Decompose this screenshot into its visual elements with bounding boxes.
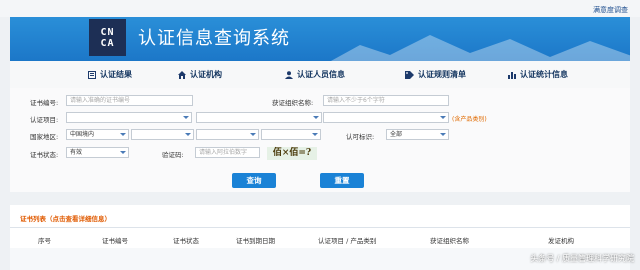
results-header: 证书列表（点击查看详细信息） xyxy=(20,215,111,223)
region-label: 国家地区: xyxy=(30,133,59,141)
cnca-logo: CN CA xyxy=(89,19,126,56)
district-select[interactable] xyxy=(261,129,321,140)
status-select[interactable]: 有效 xyxy=(66,147,129,158)
nav-label: 认证统计信息 xyxy=(520,70,568,79)
nav-label: 认证人员信息 xyxy=(297,70,345,79)
nav-item-results[interactable]: 认证结果 xyxy=(88,69,132,80)
mark-label: 认可标识: xyxy=(346,133,375,141)
nav-label: 认证机构 xyxy=(190,70,222,79)
chevron-down-icon xyxy=(183,116,189,119)
nav-label: 认证规则清单 xyxy=(418,70,466,79)
product-category-note: (含产品类别) xyxy=(452,116,487,123)
region-value: 中国境内 xyxy=(70,131,95,138)
chevron-down-icon xyxy=(312,133,318,136)
column-header-org: 获证组织名称 xyxy=(430,237,469,245)
site-title: 认证信息查询系统 xyxy=(138,28,290,49)
nav-item-agencies[interactable]: 认证机构 xyxy=(178,69,222,80)
captcha-input[interactable]: 请输入阿拉伯数字 xyxy=(195,147,260,158)
nav-item-rules[interactable]: 认证规则清单 xyxy=(405,69,466,80)
divider xyxy=(10,227,630,228)
header-banner: CN CA 认证信息查询系统 xyxy=(10,17,630,61)
column-header-status: 证书状态 xyxy=(173,237,199,245)
province-select[interactable] xyxy=(131,129,194,140)
nav-label: 认证结果 xyxy=(100,70,132,79)
mark-value: 全部 xyxy=(390,131,403,138)
chevron-down-icon xyxy=(440,116,446,119)
tag-icon xyxy=(405,70,414,79)
logo-text-line2: CA xyxy=(100,37,115,49)
main-nav: 认证结果 认证机构 认证人员信息 认证规则清单 认证统计信息 xyxy=(10,61,630,88)
region-select[interactable]: 中国境内 xyxy=(66,129,129,140)
mountain-decoration xyxy=(330,35,630,61)
column-header-expiry: 证书到期日期 xyxy=(236,237,275,245)
org-name-input[interactable]: 请输入不少于6个字符 xyxy=(323,95,449,106)
column-header-issuer: 发证机构 xyxy=(548,237,574,245)
list-icon xyxy=(88,70,96,79)
status-value: 有效 xyxy=(70,149,83,156)
captcha-label: 验证码: xyxy=(162,151,184,159)
user-icon xyxy=(285,70,293,79)
cert-no-label: 证书编号: xyxy=(30,99,59,107)
column-header-index: 序号 xyxy=(38,237,51,245)
project-select-1[interactable] xyxy=(66,112,192,123)
nav-item-statistics[interactable]: 认证统计信息 xyxy=(508,69,568,80)
mark-select[interactable]: 全部 xyxy=(386,129,449,140)
project-select-3[interactable] xyxy=(323,112,449,123)
chevron-down-icon xyxy=(120,151,126,154)
reset-button[interactable]: 重置 xyxy=(320,173,364,188)
chevron-down-icon xyxy=(250,133,256,136)
search-button[interactable]: 查询 xyxy=(232,173,276,188)
watermark: 头条号 / 质量管理科学研究院 xyxy=(530,254,634,263)
satisfaction-survey-link[interactable]: 满意度调查 xyxy=(593,5,628,15)
logo-text-line1: CN xyxy=(100,26,115,38)
chevron-down-icon xyxy=(185,133,191,136)
column-header-project: 认证项目 / 产品类别 xyxy=(318,237,377,245)
column-header-cert-no: 证书编号 xyxy=(102,237,128,245)
chevron-down-icon xyxy=(120,133,126,136)
project-select-2[interactable] xyxy=(196,112,322,123)
captcha-image[interactable]: 佰×佰=? xyxy=(267,147,317,160)
bar-chart-icon xyxy=(508,71,516,79)
city-select[interactable] xyxy=(196,129,259,140)
cert-no-input[interactable]: 请输入准确的证书编号 xyxy=(66,95,193,106)
top-bar: 满意度调查 xyxy=(0,0,640,17)
home-icon xyxy=(178,70,186,79)
project-label: 认证项目: xyxy=(30,116,59,124)
chevron-down-icon xyxy=(440,133,446,136)
chevron-down-icon xyxy=(313,116,319,119)
status-label: 证书状态: xyxy=(30,151,59,159)
org-name-label: 获证组织名称: xyxy=(272,99,314,107)
nav-item-personnel[interactable]: 认证人员信息 xyxy=(285,69,345,80)
